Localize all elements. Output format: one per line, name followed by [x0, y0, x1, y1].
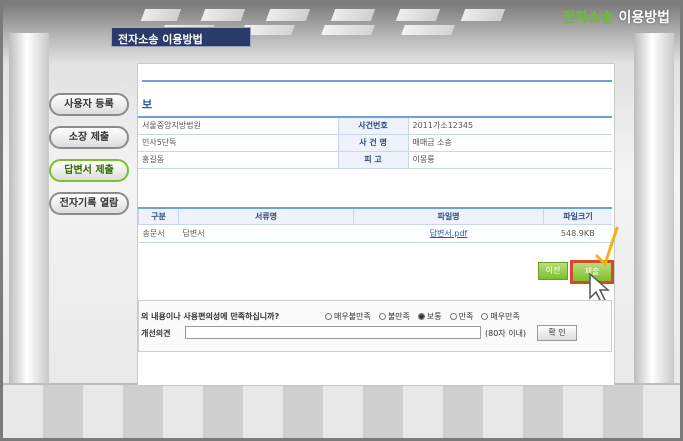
opinion-input[interactable] [185, 326, 481, 339]
confirm-button[interactable]: 확 인 [537, 325, 577, 341]
sidebar-item-answer-submit[interactable]: 답변서 제출 [49, 159, 129, 182]
main-panel: 보 서울중앙지방법원 사건번호 2011가소12345 민사5단독 사 건 명 … [137, 63, 619, 386]
checkmark-annotation-icon [595, 226, 619, 266]
plaintiff-value: 홍길동 [138, 151, 338, 169]
ceiling-light [200, 9, 246, 21]
case-name-label: 사 건 명 [337, 134, 409, 152]
table-header-row: 구분 서류명 파일명 파일크기 [138, 207, 612, 225]
ceiling-light [265, 9, 311, 21]
defendant-label: 피 고 [337, 151, 409, 169]
radio-dot-icon [481, 313, 489, 320]
radio-very-dissatisfied[interactable]: 매우불만족 [325, 311, 371, 322]
opinion-limit-note: (80자 이내) [485, 329, 527, 338]
col-filesize-header: 파일크기 [543, 207, 612, 225]
header-title: 전자소송 이용방법 [562, 7, 670, 27]
opinion-label: 개선의견 [141, 329, 171, 338]
radio-dot-icon [449, 313, 457, 320]
radio-dot-icon [325, 313, 332, 320]
right-pillar [634, 33, 674, 423]
file-table: 구분 서류명 파일명 파일크기 송문서 답변서 답변서.pdf 548.9KB [138, 207, 612, 243]
table-row: 서울중앙지방법원 사건번호 2011가소12345 [138, 116, 612, 135]
header-title-secondary: 이용방법 [618, 10, 670, 26]
radio-dot-icon [378, 313, 386, 320]
table-row: 홍길동 피 고 이몽룡 [138, 151, 612, 169]
ceiling-light [401, 25, 455, 35]
radio-satisfied[interactable]: 만족 [449, 311, 474, 322]
case-info-heading: 보 [142, 98, 153, 111]
ceiling-light [330, 9, 376, 21]
court-value: 서울중앙지방법원 [138, 116, 338, 135]
left-pillar [9, 33, 49, 423]
radio-dissatisfied[interactable]: 불만족 [378, 311, 410, 322]
table-row: 민사5단독 사 건 명 매매금 소송 [138, 134, 612, 152]
case-number-value: 2011가소12345 [408, 116, 612, 135]
radio-neutral[interactable]: 보통 [417, 311, 442, 322]
sidebar-item-complaint-submit[interactable]: 소장 제출 [49, 126, 129, 149]
ceiling-light [140, 9, 182, 21]
radio-very-satisfied[interactable]: 매우만족 [481, 311, 520, 322]
radio-label: 만족 [458, 312, 474, 321]
window-frame: 전자소송 이용방법 전자소송 이용방법 사용자 등록 소장 제출 답변서 제출 … [0, 0, 683, 441]
satisfaction-radio-group: 매우불만족 불만족 보통 만족 매우만족 [325, 311, 520, 322]
floor [3, 383, 680, 438]
radio-label: 불만족 [387, 312, 410, 321]
ceiling-light [395, 9, 441, 21]
division-value: 민사5단독 [138, 134, 338, 152]
radio-label: 매우불만족 [334, 312, 371, 321]
sidebar-item-user-registration[interactable]: 사용자 등록 [49, 93, 129, 116]
table-row: 송문서 답변서 답변서.pdf 548.9KB [138, 224, 612, 243]
col-filename-header: 파일명 [353, 207, 544, 225]
sidebar-item-e-record-view[interactable]: 전자기록 열람 [49, 192, 129, 215]
col-type-header: 구분 [138, 207, 179, 225]
radio-label: 매우만족 [490, 312, 520, 321]
ceiling-light [321, 25, 375, 35]
case-info-table: 서울중앙지방법원 사건번호 2011가소12345 민사5단독 사 건 명 매매… [138, 116, 612, 169]
case-number-label: 사건번호 [337, 116, 409, 135]
file-download-link[interactable]: 답변서.pdf [353, 224, 544, 243]
ceiling-light [460, 9, 506, 21]
prev-button[interactable]: 이전 [538, 262, 568, 280]
radio-dot-checked-icon [417, 313, 425, 320]
header-title-primary: 전자소송 [562, 10, 614, 26]
satisfaction-survey: 의 내용이나 사용편의성에 만족하십니까? 매우불만족 불만족 보통 만족 매우… [138, 300, 612, 352]
col-docname-header: 서류명 [178, 207, 354, 225]
defendant-value: 이몽룡 [408, 151, 612, 169]
case-name-value: 매매금 소송 [408, 134, 612, 152]
radio-label: 보통 [426, 312, 442, 321]
section-tab-label: 전자소송 이용방법 [111, 27, 251, 47]
panel-top-divider [142, 68, 612, 82]
file-docname-cell: 답변서 [178, 224, 354, 243]
survey-question: 의 내용이나 사용편의성에 만족하십니까? [141, 312, 280, 321]
file-type-cell: 송문서 [138, 224, 179, 243]
